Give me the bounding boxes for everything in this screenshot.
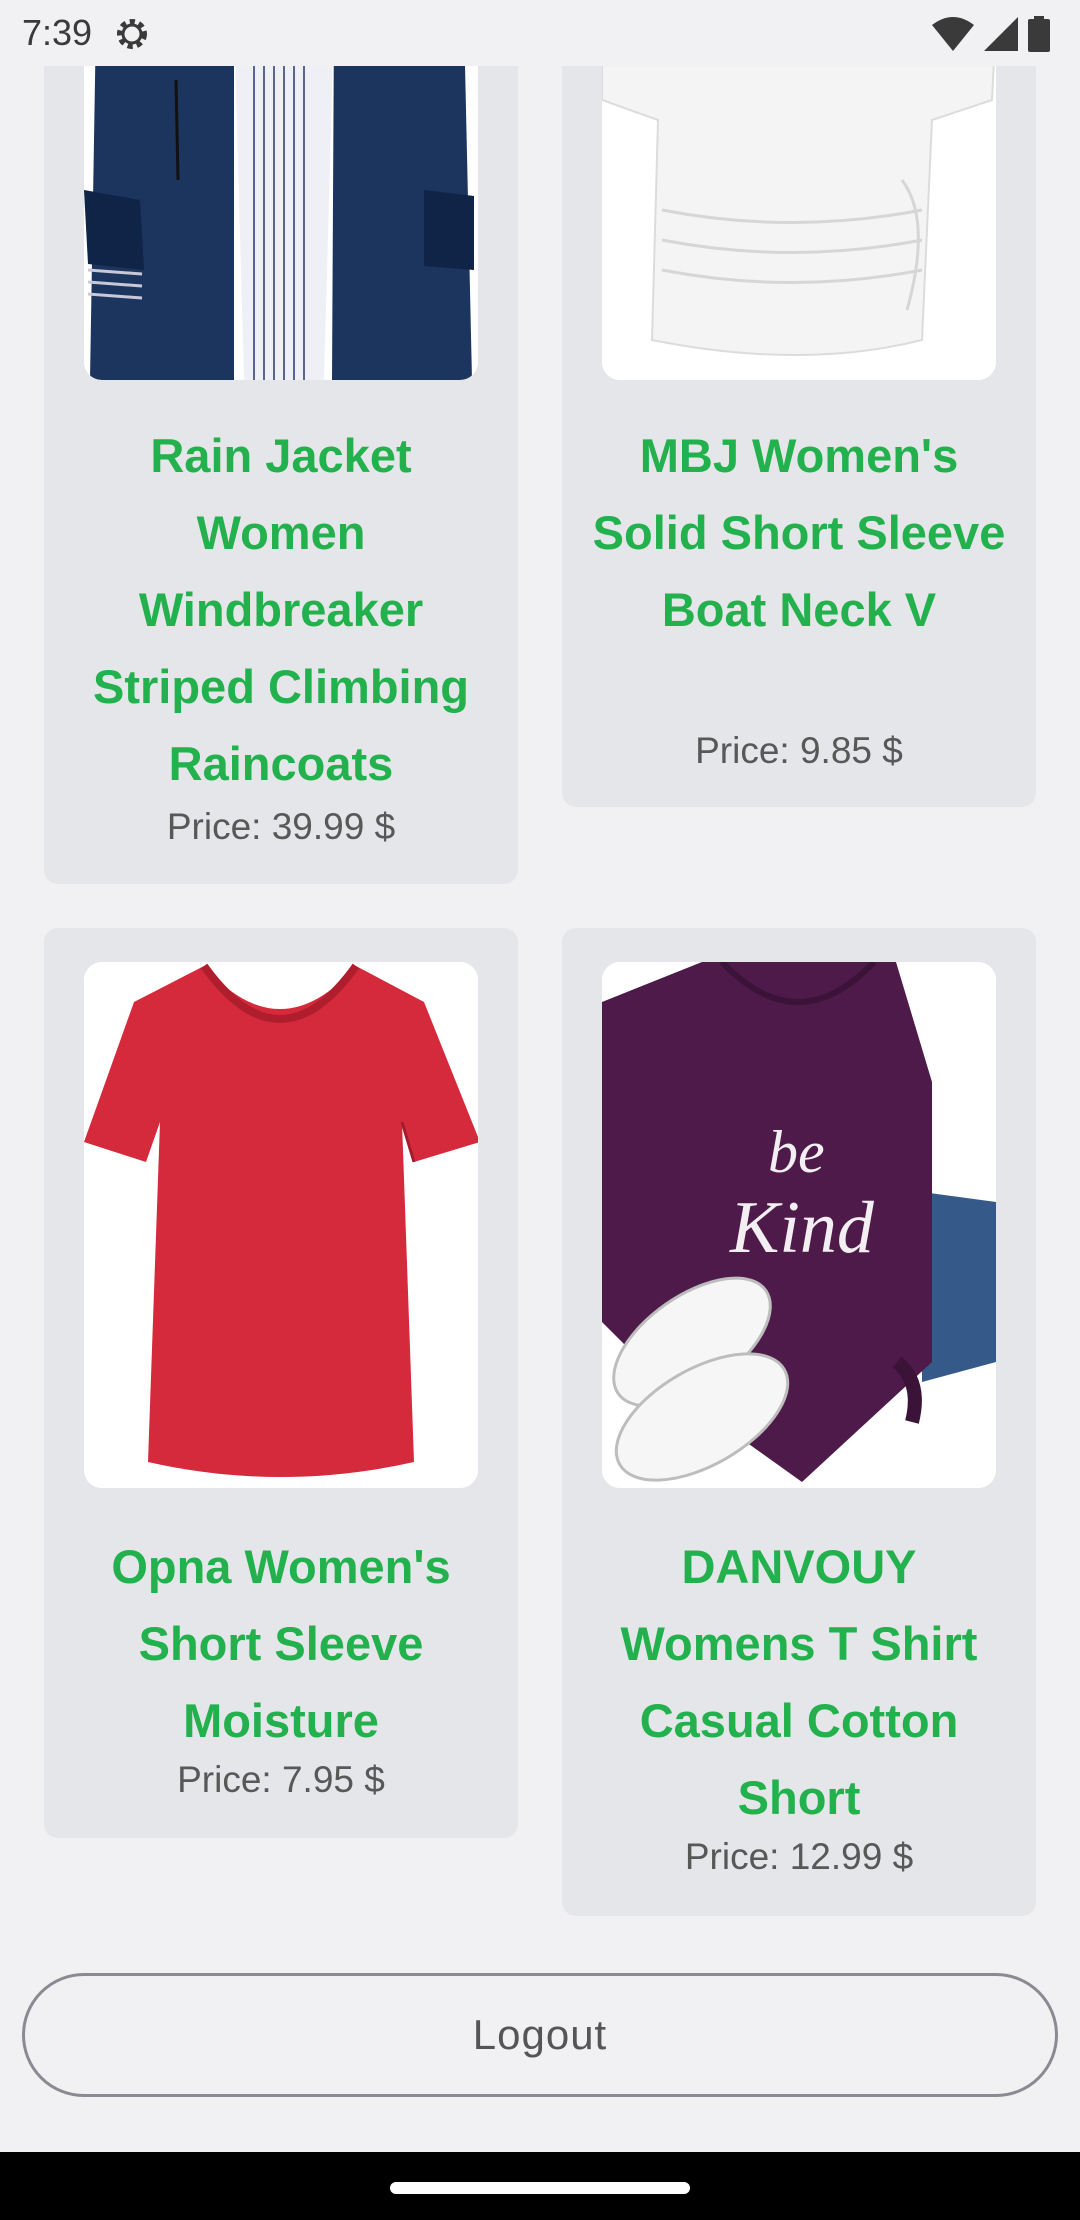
status-bar: 7:39 bbox=[0, 0, 1080, 66]
product-card[interactable]: be Kind DANVOUY Womens T Shirt Casual Co… bbox=[562, 928, 1036, 1916]
battery-icon bbox=[1028, 16, 1050, 52]
product-image: be Kind bbox=[602, 962, 996, 1488]
product-title: MBJ Women's Solid Short Sleeve Boat Neck… bbox=[592, 429, 1006, 636]
status-time: 7:39 bbox=[22, 12, 93, 53]
product-card[interactable]: Opna Women's Short Sleeve Moisture Price… bbox=[44, 928, 518, 1838]
product-price: Price: 9.85 $ bbox=[695, 730, 903, 771]
home-gesture-handle[interactable] bbox=[390, 2182, 690, 2194]
product-title: Rain Jacket Women Windbreaker Striped Cl… bbox=[93, 429, 469, 790]
product-card[interactable]: Rain Jacket Women Windbreaker Striped Cl… bbox=[44, 20, 518, 884]
product-title: DANVOUY Womens T Shirt Casual Cotton Sho… bbox=[620, 1540, 978, 1824]
status-icons bbox=[932, 14, 1050, 54]
product-grid[interactable]: Rain Jacket Women Windbreaker Striped Cl… bbox=[0, 0, 1080, 2152]
product-price: Price: 12.99 $ bbox=[684, 1836, 914, 1877]
product-card[interactable]: MBJ Women's Solid Short Sleeve Boat Neck… bbox=[562, 20, 1036, 807]
settings-gear-icon bbox=[117, 19, 147, 49]
signal-icon bbox=[984, 17, 1018, 51]
product-image bbox=[84, 962, 478, 1488]
product-image bbox=[84, 20, 478, 380]
product-title: Opna Women's Short Sleeve Moisture bbox=[111, 1540, 451, 1747]
logout-button[interactable]: Logout bbox=[22, 1973, 1058, 2097]
wifi-icon bbox=[932, 17, 974, 51]
shirt-print-line2: Kind bbox=[729, 1187, 875, 1269]
product-price: Price: 39.99 $ bbox=[166, 806, 396, 847]
product-image bbox=[602, 20, 996, 380]
product-price: Price: 7.95 $ bbox=[177, 1759, 385, 1800]
shirt-print-line1: be bbox=[768, 1119, 825, 1185]
